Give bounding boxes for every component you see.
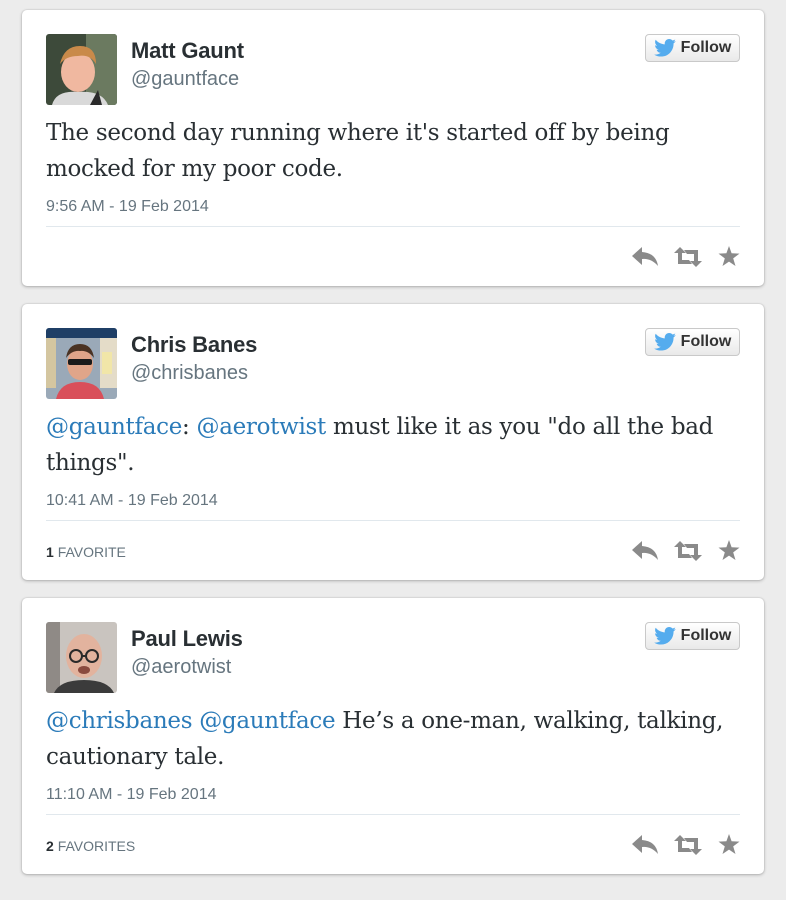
author-name[interactable]: Chris Banes [131,332,257,358]
author-handle[interactable]: @gauntface [131,68,239,91]
text-separator: : [182,414,197,440]
retweet-button[interactable] [674,246,702,267]
follow-label: Follow [680,333,732,350]
author-handle[interactable]: @chrisbanes [131,362,248,385]
follow-label: Follow [680,39,732,56]
timestamp[interactable]: 10:41 AM - 19 Feb 2014 [46,492,218,510]
mention-link[interactable]: @chrisbanes [46,708,193,734]
follow-label: Follow [680,627,732,644]
favorites-number: 1 [46,544,54,560]
reply-icon [632,540,658,560]
favorite-button[interactable] [718,246,740,267]
tweet-card: Paul Lewis @aerotwist Follow @chrisbanes… [22,598,764,874]
tweet-actions [632,540,740,561]
tweet-feed: Matt Gaunt @gauntface Follow The second … [0,0,786,900]
mention-link[interactable]: @gauntface [199,708,335,734]
author-name[interactable]: Paul Lewis [131,626,243,652]
favorite-button[interactable] [718,834,740,855]
mention-link[interactable]: @aerotwist [197,414,327,440]
tweet-actions [632,834,740,855]
tweet-text: The second day running where it's starte… [46,115,746,187]
tweet-text: @chrisbanes @gauntface He’s a one-man, w… [46,703,746,775]
avatar[interactable] [46,622,117,693]
reply-icon [632,834,658,854]
avatar-photo-icon [46,622,117,693]
avatar-photo-icon [46,34,117,105]
avatar[interactable] [46,34,117,105]
timestamp[interactable]: 11:10 AM - 19 Feb 2014 [46,786,216,804]
favorites-count[interactable]: 2 FAVORITES [46,838,135,854]
retweet-icon [674,246,702,267]
follow-button[interactable]: Follow [645,34,740,62]
tweet-text-body: The second day running where it's starte… [46,120,670,182]
retweet-button[interactable] [674,540,702,561]
author-handle[interactable]: @aerotwist [131,656,231,679]
mention-link[interactable]: @gauntface [46,414,182,440]
follow-button[interactable]: Follow [645,622,740,650]
divider [46,226,740,227]
favorite-star-icon [718,246,740,266]
timestamp[interactable]: 9:56 AM - 19 Feb 2014 [46,198,209,216]
avatar[interactable] [46,328,117,399]
avatar-photo-icon [46,328,117,399]
reply-icon [632,246,658,266]
reply-button[interactable] [632,834,658,855]
favorites-label: FAVORITES [57,838,136,854]
twitter-bird-icon [653,627,676,645]
tweet-card: Matt Gaunt @gauntface Follow The second … [22,10,764,286]
favorites-count[interactable]: 1 FAVORITE [46,544,126,560]
retweet-icon [674,834,702,855]
tweet-actions [632,246,740,267]
favorite-star-icon [718,834,740,854]
favorite-star-icon [718,540,740,560]
follow-button[interactable]: Follow [645,328,740,356]
retweet-button[interactable] [674,834,702,855]
author-name[interactable]: Matt Gaunt [131,38,244,64]
twitter-bird-icon [653,39,676,57]
favorites-label: FAVORITE [57,544,126,560]
favorite-button[interactable] [718,540,740,561]
divider [46,814,740,815]
favorites-number: 2 [46,838,54,854]
reply-button[interactable] [632,540,658,561]
retweet-icon [674,540,702,561]
tweet-text: @gauntface: @aerotwist must like it as y… [46,409,746,481]
twitter-bird-icon [653,333,676,351]
tweet-card: Chris Banes @chrisbanes Follow @gauntfac… [22,304,764,580]
reply-button[interactable] [632,246,658,267]
divider [46,520,740,521]
